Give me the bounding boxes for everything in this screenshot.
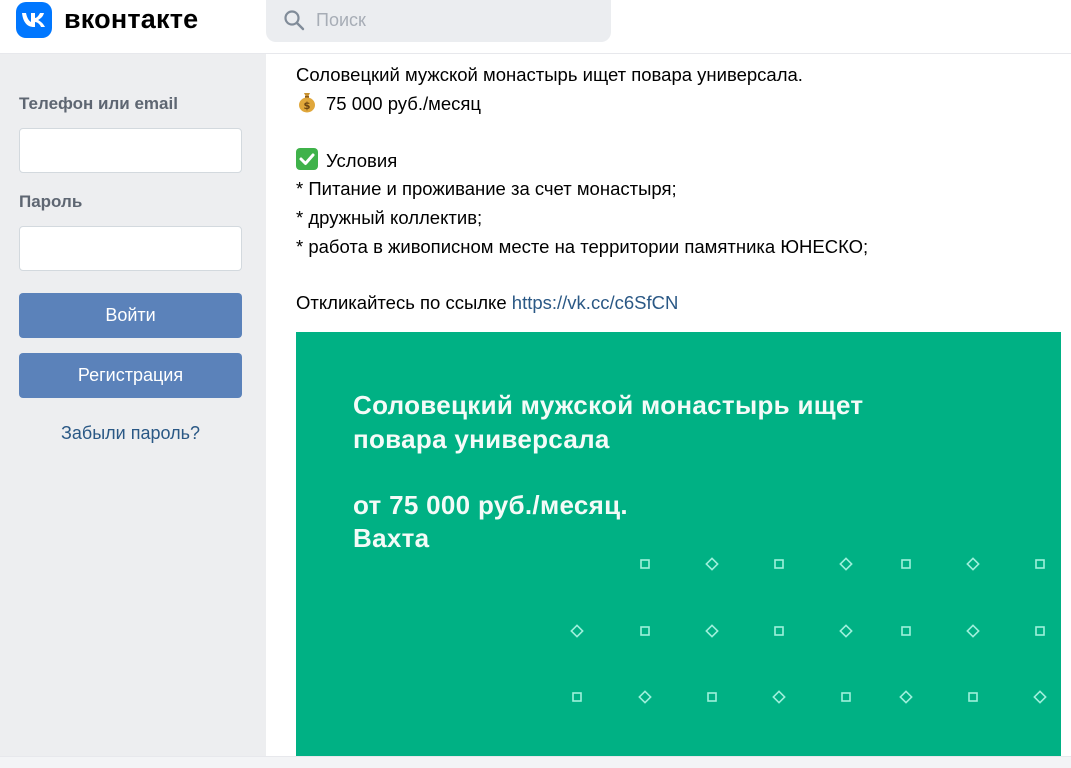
square-shape: [968, 692, 978, 702]
top-header: вконтакте: [0, 0, 1071, 54]
square-shape: [572, 692, 582, 702]
vk-logo-glyph: [22, 13, 45, 27]
banner-title-line1: Соловецкий мужской монастырь ищет: [353, 390, 864, 420]
diamond-shape: [966, 624, 980, 638]
diamond-shape: [966, 557, 980, 571]
vacancy-link[interactable]: https://vk.cc/c6SfCN: [512, 292, 679, 313]
diamond-shape: [772, 690, 786, 704]
search-input[interactable]: [316, 0, 596, 40]
square-shape: [774, 559, 784, 569]
conditions-text: Условия: [326, 150, 398, 171]
search-icon: [284, 10, 305, 31]
brand-name[interactable]: вконтакте: [64, 3, 198, 35]
respond-line: Откликайтесь по ссылке https://vk.cc/c6S…: [296, 290, 678, 316]
login-sidebar: Телефон или email Пароль Войти Регистрац…: [0, 54, 266, 768]
square-shape: [707, 692, 717, 702]
register-button[interactable]: Регистрация: [19, 353, 242, 398]
banner-salary-line: от 75 000 руб./месяц.: [353, 490, 628, 520]
vacancy-banner-image[interactable]: Соловецкий мужской монастырь ищет повара…: [296, 332, 1061, 756]
password-label: Пароль: [19, 192, 83, 211]
bottom-bar: [0, 756, 1071, 768]
diamond-shape: [705, 557, 719, 571]
phone-label: Телефон или email: [19, 94, 178, 113]
banner-title-line2: повара универсала: [353, 424, 610, 454]
condition-item: * дружный коллектив;: [296, 207, 483, 228]
square-shape: [901, 626, 911, 636]
square-shape: [1035, 559, 1045, 569]
square-shape: [640, 626, 650, 636]
diamond-shape: [705, 624, 719, 638]
diamond-shape: [839, 624, 853, 638]
search-bar[interactable]: [266, 0, 611, 42]
diamond-shape: [1033, 690, 1047, 704]
phone-email-input[interactable]: [19, 128, 242, 173]
banner-shift-line: Вахта: [353, 523, 430, 553]
check-mark-icon: [296, 148, 318, 177]
diamond-shape: [570, 624, 584, 638]
condition-item: * Питание и проживание за счет монастыря…: [296, 178, 677, 199]
password-input[interactable]: [19, 226, 242, 271]
vk-logo-icon[interactable]: [16, 2, 52, 38]
diamond-shape: [899, 690, 913, 704]
square-shape: [774, 626, 784, 636]
square-shape: [901, 559, 911, 569]
conditions-heading: Условия: [296, 148, 397, 177]
forgot-password-link[interactable]: Забыли пароль?: [19, 423, 242, 444]
salary-text: 75 000 руб./месяц: [326, 93, 482, 114]
respond-text: Откликайтесь по ссылке: [296, 292, 512, 313]
square-shape: [640, 559, 650, 569]
salary-line: $ 75 000 руб./месяц: [296, 91, 481, 120]
square-shape: [841, 692, 851, 702]
svg-text:$: $: [304, 101, 311, 112]
post-title: Соловецкий мужской монастырь ищет повара…: [296, 64, 803, 85]
square-shape: [1035, 626, 1045, 636]
diamond-shape: [839, 557, 853, 571]
money-bag-icon: $: [296, 91, 318, 120]
diamond-shape: [638, 690, 652, 704]
condition-item: * работа в живописном месте на территори…: [296, 236, 869, 257]
login-button[interactable]: Войти: [19, 293, 242, 338]
